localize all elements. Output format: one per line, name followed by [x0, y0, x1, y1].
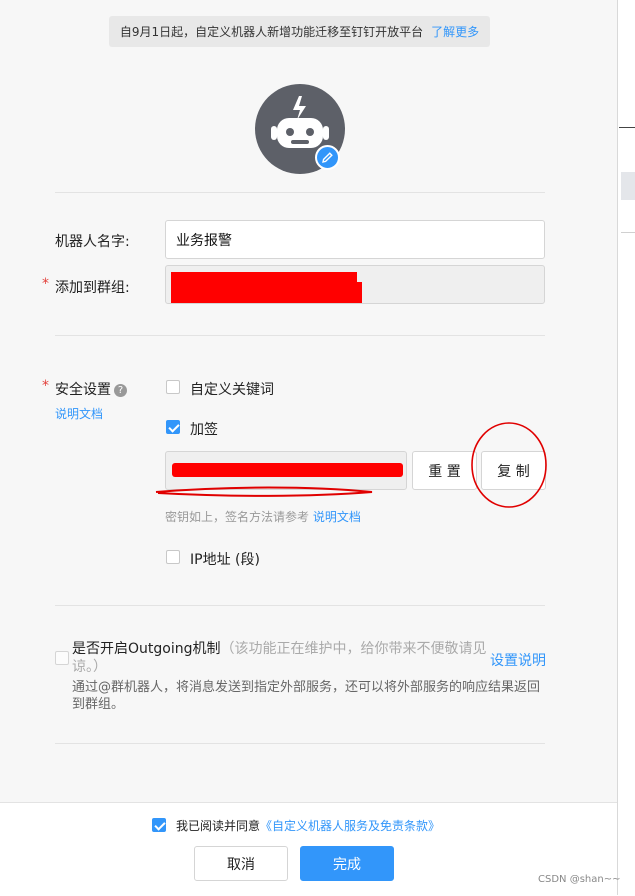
ip-checkbox[interactable] — [166, 550, 180, 564]
background-edge — [621, 232, 635, 233]
ip-label: IP地址 (段) — [190, 552, 260, 568]
group-label: 添加到群组: — [55, 280, 130, 296]
outgoing-description: 通过@群机器人，将消息发送到指定外部服务，还可以将外部服务的响应结果返回到群组。 — [72, 680, 541, 712]
name-label: 机器人名字: — [55, 234, 130, 250]
secret-hint-text: 密钥如上，签名方法请参考 — [165, 510, 310, 524]
agree-label: 我已阅读并同意 — [176, 819, 261, 833]
confirm-button[interactable]: 完成 — [300, 846, 394, 881]
notice-banner: 自9月1日起，自定义机器人新增功能迁移至钉钉开放平台 了解更多 — [109, 16, 490, 47]
terms-link[interactable]: 《自定义机器人服务及免责条款》 — [260, 819, 440, 833]
divider — [55, 605, 545, 606]
outgoing-heading: 是否开启Outgoing机制（该功能正在维护中，给你带来不便敬请见谅。） — [72, 640, 487, 676]
watermark: CSDN @shan~~ — [538, 874, 621, 885]
robot-icon — [255, 84, 345, 174]
keyword-label: 自定义关键词 — [190, 382, 274, 398]
annotation-circle — [471, 422, 547, 508]
divider — [55, 192, 545, 193]
secret-hint-link[interactable]: 说明文档 — [313, 510, 361, 524]
robot-name-input[interactable]: 业务报警 — [165, 220, 545, 259]
outgoing-title: 是否开启Outgoing机制 — [72, 641, 221, 657]
redaction-mark — [171, 282, 362, 303]
notice-text: 自9月1日起，自定义机器人新增功能迁移至钉钉开放平台 — [119, 25, 424, 39]
help-icon[interactable]: ? — [114, 384, 127, 397]
divider — [55, 335, 545, 336]
background-tab — [621, 172, 635, 200]
agree-checkbox[interactable] — [152, 818, 166, 832]
required-mark: * — [42, 276, 49, 292]
robot-settings-dialog: 自9月1日起，自定义机器人新增功能迁移至钉钉开放平台 了解更多 机器人名字: 业… — [0, 0, 618, 896]
pencil-icon[interactable] — [315, 145, 340, 170]
robot-name-value: 业务报警 — [176, 232, 232, 249]
security-doc-link[interactable]: 说明文档 — [55, 405, 103, 422]
robot-avatar[interactable] — [255, 84, 345, 174]
annotation-underline — [155, 486, 373, 497]
keyword-checkbox[interactable] — [166, 380, 180, 394]
redaction-mark — [172, 463, 403, 477]
dialog-footer: 我已阅读并同意《自定义机器人服务及免责条款》 取消 完成 — [0, 802, 617, 896]
cancel-button[interactable]: 取消 — [194, 846, 288, 881]
background-edge — [619, 127, 635, 128]
agree-text: 我已阅读并同意《自定义机器人服务及免责条款》 — [176, 817, 440, 834]
security-label: 安全设置? — [55, 379, 127, 399]
security-label-text: 安全设置 — [55, 382, 111, 398]
outgoing-settings-link[interactable]: 设置说明 — [490, 650, 546, 670]
learn-more-link[interactable]: 了解更多 — [431, 23, 479, 40]
sign-checkbox[interactable] — [166, 420, 180, 434]
required-mark: * — [42, 378, 49, 394]
outgoing-checkbox[interactable] — [55, 651, 69, 665]
secret-hint: 密钥如上，签名方法请参考 说明文档 — [165, 508, 361, 525]
reset-button[interactable]: 重 置 — [412, 451, 477, 490]
divider — [55, 743, 545, 744]
sign-label: 加签 — [190, 422, 218, 438]
